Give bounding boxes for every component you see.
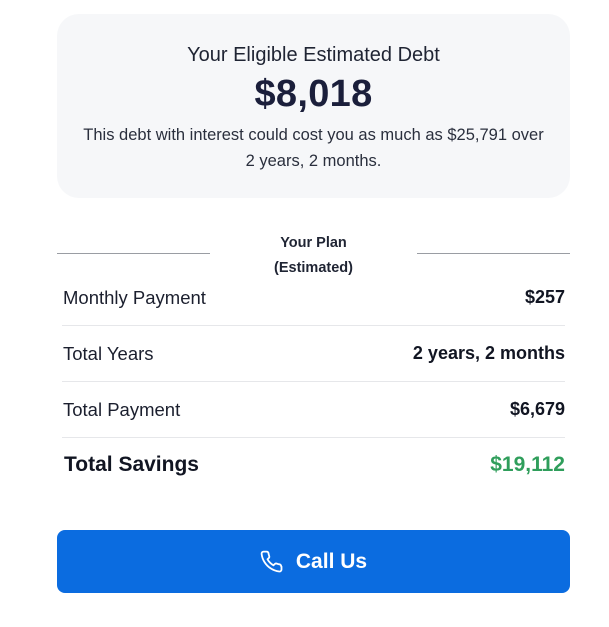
phone-icon xyxy=(260,550,283,572)
savings-value: $19,112 xyxy=(490,453,565,476)
call-us-label: Call Us xyxy=(295,549,368,573)
debt-card: Your Eligible Estimated Debt $8,018 This… xyxy=(57,14,570,198)
row-value: $6,679 xyxy=(509,399,565,419)
row-label: Monthly Payment xyxy=(63,287,206,308)
savings-label: Total Savings xyxy=(64,453,199,476)
divider-right xyxy=(417,253,570,254)
row-monthly-payment: Monthly Payment $257 xyxy=(62,270,565,326)
row-value: $257 xyxy=(524,287,565,307)
debt-description: This debt with interest could cost you a… xyxy=(83,126,544,170)
row-label: Total Years xyxy=(63,343,154,364)
debt-title: Your Eligible Estimated Debt xyxy=(187,44,440,66)
row-total-years: Total Years 2 years, 2 months xyxy=(62,326,565,382)
row-total-savings: Total Savings $19,112 xyxy=(62,438,565,498)
row-label: Total Payment xyxy=(63,399,181,420)
call-us-button[interactable]: Call Us xyxy=(57,530,570,593)
plan-summary: Your Eligible Estimated Debt $8,018 This… xyxy=(0,0,609,627)
plan-title-line1: Your Plan xyxy=(280,235,347,251)
divider-left xyxy=(57,253,210,254)
row-value: 2 years, 2 months xyxy=(412,343,565,363)
debt-amount: $8,018 xyxy=(254,73,373,115)
row-total-payment: Total Payment $6,679 xyxy=(62,382,565,438)
plan-rows: Monthly Payment $257 Total Years 2 years… xyxy=(62,270,565,498)
